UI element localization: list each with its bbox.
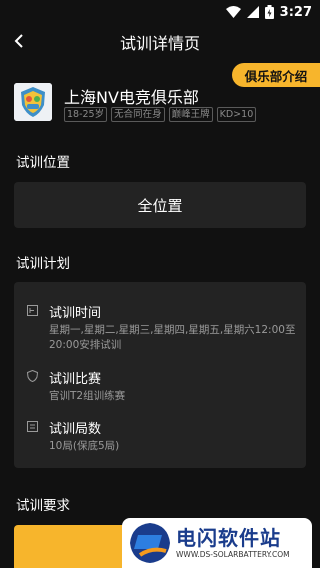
tag-age: 18-25岁 <box>64 107 108 122</box>
plan-section-title: 试训计划 <box>16 256 70 272</box>
plan-item-text: 官训T2组训练赛 <box>49 390 126 402</box>
watermark-name: 电闪软件站 <box>176 526 281 550</box>
watermark-texts: 电闪软件站 WWW.DS-SOLARBATTERY.COM <box>176 526 290 560</box>
position-value-box: 全位置 <box>14 182 306 228</box>
watermark: 电闪软件站 WWW.DS-SOLARBATTERY.COM <box>122 518 312 568</box>
plan-item-label: 试训比赛 <box>49 372 102 387</box>
position-section-title: 试训位置 <box>16 155 70 171</box>
watermark-url: WWW.DS-SOLARBATTERY.COM <box>176 550 290 559</box>
club-logo <box>14 83 52 121</box>
plan-item-label: 试训局数 <box>49 422 102 437</box>
signal-icon <box>246 6 259 18</box>
plan-item-text: 星期一,星期二,星期三,星期四,星期五,星期六12:00至20:00安排试训 <box>49 324 296 351</box>
plan-card: 试训时间 星期一,星期二,星期三,星期四,星期五,星期六12:00至20:00安… <box>14 282 306 468</box>
calendar-icon <box>26 304 38 316</box>
tag-contract: 无合同在身 <box>111 107 165 122</box>
plan-item-text: 10局(保底5局) <box>49 440 120 452</box>
status-icons: 3:27 <box>225 3 312 21</box>
plan-item-label: 试训时间 <box>49 306 102 321</box>
tag-rank: 巅峰王牌 <box>168 107 213 122</box>
watermark-logo <box>130 523 170 563</box>
club-intro-button[interactable]: 俱乐部介绍 <box>232 63 320 87</box>
status-bar: 3:27 <box>0 0 320 24</box>
shield-icon <box>26 370 38 382</box>
page-title: 试训详情页 <box>119 34 200 53</box>
club-name: 上海NV电竞俱乐部 <box>64 88 199 107</box>
tag-kd: KD>10 <box>216 107 257 122</box>
battery-icon <box>264 5 274 19</box>
requirements-section-title: 试训要求 <box>16 498 70 514</box>
club-tags: 18-25岁 无合同在身 巅峰王牌 KD>10 <box>64 107 257 122</box>
wifi-icon <box>225 6 241 18</box>
position-value: 全位置 <box>137 196 183 215</box>
status-time: 3:27 <box>279 4 312 20</box>
list-icon <box>26 420 38 432</box>
nav-bar: 试训详情页 <box>0 24 320 58</box>
